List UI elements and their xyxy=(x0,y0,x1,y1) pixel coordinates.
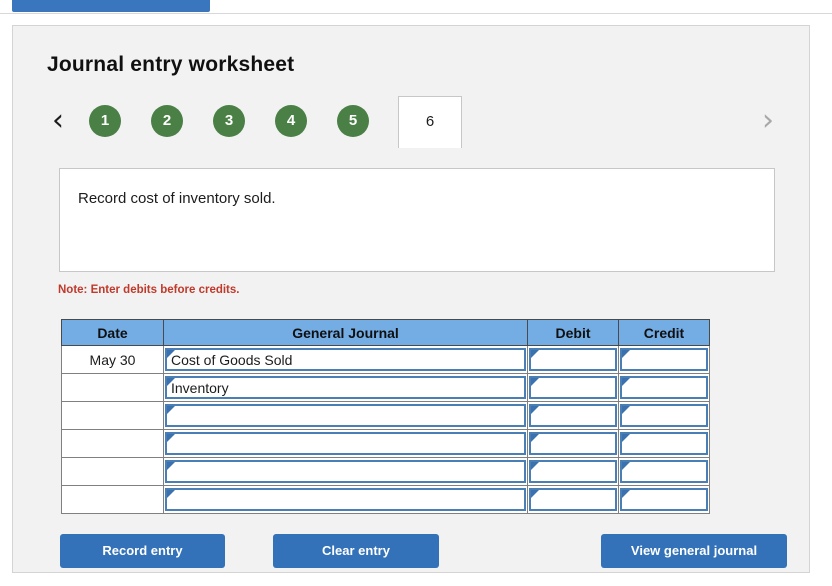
cell-marker-triangle-icon xyxy=(167,490,175,498)
cell-marker-triangle-icon xyxy=(167,350,175,358)
account-input[interactable] xyxy=(165,460,526,483)
cell-marker-triangle-icon xyxy=(531,490,539,498)
debit-cell[interactable] xyxy=(528,458,619,486)
cell-marker-triangle-icon xyxy=(531,378,539,386)
cell-marker-triangle-icon xyxy=(622,406,630,414)
debit-input[interactable] xyxy=(529,348,617,371)
table-row xyxy=(62,458,710,486)
view-general-journal-button[interactable]: View general journal xyxy=(601,534,787,568)
account-cell[interactable] xyxy=(164,486,528,514)
credit-cell[interactable] xyxy=(619,458,710,486)
worksheet-tab-bar: ‹ 1 2 3 4 5 6 › xyxy=(43,96,783,148)
debit-cell[interactable] xyxy=(528,430,619,458)
tab-entry-5[interactable]: 5 xyxy=(337,105,369,137)
tab-entry-4[interactable]: 4 xyxy=(275,105,307,137)
table-row xyxy=(62,430,710,458)
cell-marker-triangle-icon xyxy=(622,350,630,358)
account-value: Inventory xyxy=(171,380,229,396)
cell-marker-triangle-icon xyxy=(167,434,175,442)
credit-input[interactable] xyxy=(620,460,708,483)
cell-marker-triangle-icon xyxy=(531,350,539,358)
tab-entry-1[interactable]: 1 xyxy=(89,105,121,137)
date-cell[interactable] xyxy=(62,458,164,486)
next-entry-arrow-icon[interactable]: › xyxy=(753,102,783,142)
account-cell[interactable] xyxy=(164,402,528,430)
credit-cell[interactable] xyxy=(619,486,710,514)
column-header-date: Date xyxy=(62,320,164,346)
debit-cell[interactable] xyxy=(528,402,619,430)
credit-input[interactable] xyxy=(620,348,708,371)
record-entry-button[interactable]: Record entry xyxy=(60,534,225,568)
top-active-tab[interactable] xyxy=(12,0,210,12)
cell-marker-triangle-icon xyxy=(622,434,630,442)
column-header-debit: Debit xyxy=(528,320,619,346)
credit-input[interactable] xyxy=(620,404,708,427)
account-input[interactable] xyxy=(165,432,526,455)
credit-input[interactable] xyxy=(620,432,708,455)
credit-cell[interactable] xyxy=(619,430,710,458)
account-cell[interactable]: Cost of Goods Sold xyxy=(164,346,528,374)
account-cell[interactable]: Inventory xyxy=(164,374,528,402)
tab-entry-6[interactable]: 6 xyxy=(398,96,462,148)
entry-description-text: Record cost of inventory sold. xyxy=(78,190,276,207)
date-cell[interactable] xyxy=(62,486,164,514)
account-value: Cost of Goods Sold xyxy=(171,352,292,368)
table-header-row: Date General Journal Debit Credit xyxy=(62,320,710,346)
cell-marker-triangle-icon xyxy=(622,378,630,386)
table-row: May 30 Cost of Goods Sold xyxy=(62,346,710,374)
cell-marker-triangle-icon xyxy=(531,434,539,442)
account-cell[interactable] xyxy=(164,458,528,486)
account-input[interactable]: Inventory xyxy=(165,376,526,399)
cell-marker-triangle-icon xyxy=(531,462,539,470)
cell-marker-triangle-icon xyxy=(167,462,175,470)
table-row xyxy=(62,486,710,514)
top-tab-strip xyxy=(0,0,832,14)
cell-marker-triangle-icon xyxy=(622,490,630,498)
entry-description-box: Record cost of inventory sold. xyxy=(59,168,775,272)
debit-input[interactable] xyxy=(529,488,617,511)
account-cell[interactable] xyxy=(164,430,528,458)
credit-cell[interactable] xyxy=(619,346,710,374)
page-title: Journal entry worksheet xyxy=(47,53,294,77)
table-row xyxy=(62,402,710,430)
debit-input[interactable] xyxy=(529,376,617,399)
column-header-general-journal: General Journal xyxy=(164,320,528,346)
account-input[interactable] xyxy=(165,488,526,511)
account-input[interactable]: Cost of Goods Sold xyxy=(165,348,526,371)
account-input[interactable] xyxy=(165,404,526,427)
cell-marker-triangle-icon xyxy=(167,406,175,414)
debits-before-credits-note: Note: Enter debits before credits. xyxy=(58,284,239,296)
debit-cell[interactable] xyxy=(528,374,619,402)
cell-marker-triangle-icon xyxy=(622,462,630,470)
journal-entry-panel: Journal entry worksheet ‹ 1 2 3 4 5 6 › … xyxy=(12,25,810,573)
credit-cell[interactable] xyxy=(619,374,710,402)
debit-input[interactable] xyxy=(529,460,617,483)
debit-cell[interactable] xyxy=(528,346,619,374)
tab-entry-2[interactable]: 2 xyxy=(151,105,183,137)
date-cell[interactable]: May 30 xyxy=(62,346,164,374)
clear-entry-button[interactable]: Clear entry xyxy=(273,534,439,568)
tab-entry-3[interactable]: 3 xyxy=(213,105,245,137)
credit-input[interactable] xyxy=(620,376,708,399)
debit-input[interactable] xyxy=(529,432,617,455)
prev-entry-arrow-icon[interactable]: ‹ xyxy=(43,102,73,142)
journal-entry-table: Date General Journal Debit Credit May 30… xyxy=(61,319,710,514)
column-header-credit: Credit xyxy=(619,320,710,346)
credit-cell[interactable] xyxy=(619,402,710,430)
cell-marker-triangle-icon xyxy=(531,406,539,414)
debit-cell[interactable] xyxy=(528,486,619,514)
cell-marker-triangle-icon xyxy=(167,378,175,386)
table-row: Inventory xyxy=(62,374,710,402)
debit-input[interactable] xyxy=(529,404,617,427)
date-cell[interactable] xyxy=(62,430,164,458)
date-cell[interactable] xyxy=(62,374,164,402)
date-cell[interactable] xyxy=(62,402,164,430)
credit-input[interactable] xyxy=(620,488,708,511)
